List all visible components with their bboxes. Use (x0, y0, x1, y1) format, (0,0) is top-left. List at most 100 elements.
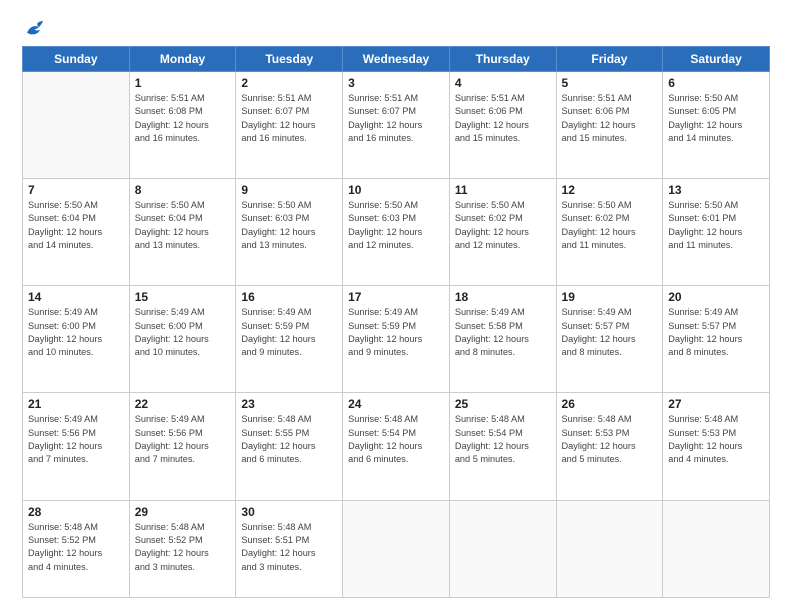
day-header-friday: Friday (556, 47, 663, 72)
cell-info-text: Sunrise: 5:50 AM Sunset: 6:01 PM Dayligh… (668, 199, 764, 252)
cell-info-text: Sunrise: 5:50 AM Sunset: 6:03 PM Dayligh… (241, 199, 337, 252)
cell-day-number: 23 (241, 397, 337, 411)
cell-day-number: 9 (241, 183, 337, 197)
calendar-cell: 15 Sunrise: 5:49 AM Sunset: 6:00 PM Dayli… (129, 286, 236, 393)
cell-day-number: 26 (562, 397, 658, 411)
calendar-cell: 3 Sunrise: 5:51 AM Sunset: 6:07 PM Daylig… (343, 72, 450, 179)
cell-info-text: Sunrise: 5:50 AM Sunset: 6:05 PM Dayligh… (668, 92, 764, 145)
calendar-table: SundayMondayTuesdayWednesdayThursdayFrid… (22, 46, 770, 598)
calendar-cell: 9 Sunrise: 5:50 AM Sunset: 6:03 PM Daylig… (236, 179, 343, 286)
cell-day-number: 12 (562, 183, 658, 197)
cell-day-number: 29 (135, 505, 231, 519)
calendar-cell: 19 Sunrise: 5:49 AM Sunset: 5:57 PM Dayli… (556, 286, 663, 393)
cell-info-text: Sunrise: 5:51 AM Sunset: 6:08 PM Dayligh… (135, 92, 231, 145)
calendar-cell (449, 500, 556, 597)
calendar-cell: 21Sunrise: 5:49 AM Sunset: 5:56 PM Dayli… (23, 393, 130, 500)
calendar-cell: 13 Sunrise: 5:50 AM Sunset: 6:01 PM Dayli… (663, 179, 770, 286)
cell-day-number: 25 (455, 397, 551, 411)
calendar-cell: 1 Sunrise: 5:51 AM Sunset: 6:08 PM Daylig… (129, 72, 236, 179)
cell-day-number: 1 (135, 76, 231, 90)
day-header-tuesday: Tuesday (236, 47, 343, 72)
cell-day-number: 14 (28, 290, 124, 304)
day-header-saturday: Saturday (663, 47, 770, 72)
cell-info-text: Sunrise: 5:50 AM Sunset: 6:04 PM Dayligh… (28, 199, 124, 252)
calendar-cell: 30 Sunrise: 5:48 AM Sunset: 5:51 PM Dayli… (236, 500, 343, 597)
calendar-header-row: SundayMondayTuesdayWednesdayThursdayFrid… (23, 47, 770, 72)
calendar-cell: 29 Sunrise: 5:48 AM Sunset: 5:52 PM Dayli… (129, 500, 236, 597)
calendar-cell: 10 Sunrise: 5:50 AM Sunset: 6:03 PM Dayli… (343, 179, 450, 286)
cell-day-number: 27 (668, 397, 764, 411)
calendar-cell (343, 500, 450, 597)
calendar-cell: 12 Sunrise: 5:50 AM Sunset: 6:02 PM Dayli… (556, 179, 663, 286)
logo (22, 18, 46, 36)
cell-day-number: 18 (455, 290, 551, 304)
cell-info-text: Sunrise: 5:50 AM Sunset: 6:04 PM Dayligh… (135, 199, 231, 252)
calendar-cell: 6 Sunrise: 5:50 AM Sunset: 6:05 PM Daylig… (663, 72, 770, 179)
cell-day-number: 5 (562, 76, 658, 90)
cell-info-text: Sunrise: 5:49 AM Sunset: 5:59 PM Dayligh… (348, 306, 444, 359)
cell-day-number: 8 (135, 183, 231, 197)
cell-info-text: Sunrise: 5:48 AM Sunset: 5:55 PM Dayligh… (241, 413, 337, 466)
cell-day-number: 4 (455, 76, 551, 90)
calendar-cell (663, 500, 770, 597)
logo-bird-icon (24, 18, 46, 40)
cell-day-number: 6 (668, 76, 764, 90)
cell-info-text: Sunrise: 5:50 AM Sunset: 6:02 PM Dayligh… (562, 199, 658, 252)
calendar-body: 1 Sunrise: 5:51 AM Sunset: 6:08 PM Daylig… (23, 72, 770, 598)
calendar-cell: 5 Sunrise: 5:51 AM Sunset: 6:06 PM Daylig… (556, 72, 663, 179)
cell-info-text: Sunrise: 5:50 AM Sunset: 6:03 PM Dayligh… (348, 199, 444, 252)
cell-info-text: Sunrise: 5:49 AM Sunset: 6:00 PM Dayligh… (28, 306, 124, 359)
calendar-cell: 14 Sunrise: 5:49 AM Sunset: 6:00 PM Dayli… (23, 286, 130, 393)
cell-info-text: Sunrise: 5:48 AM Sunset: 5:51 PM Dayligh… (241, 521, 337, 574)
calendar-cell: 24 Sunrise: 5:48 AM Sunset: 5:54 PM Dayli… (343, 393, 450, 500)
calendar-cell: 23 Sunrise: 5:48 AM Sunset: 5:55 PM Dayli… (236, 393, 343, 500)
cell-info-text: Sunrise: 5:48 AM Sunset: 5:53 PM Dayligh… (562, 413, 658, 466)
cell-info-text: Sunrise: 5:49 AM Sunset: 5:59 PM Dayligh… (241, 306, 337, 359)
cell-day-number: 3 (348, 76, 444, 90)
cell-info-text: Sunrise: 5:49 AM Sunset: 5:57 PM Dayligh… (562, 306, 658, 359)
calendar-cell: 28 Sunrise: 5:48 AM Sunset: 5:52 PM Dayli… (23, 500, 130, 597)
cell-info-text: Sunrise: 5:51 AM Sunset: 6:07 PM Dayligh… (241, 92, 337, 145)
cell-info-text: Sunrise: 5:48 AM Sunset: 5:54 PM Dayligh… (455, 413, 551, 466)
calendar-cell: 11 Sunrise: 5:50 AM Sunset: 6:02 PM Dayli… (449, 179, 556, 286)
cell-day-number: 2 (241, 76, 337, 90)
calendar-cell: 20 Sunrise: 5:49 AM Sunset: 5:57 PM Dayli… (663, 286, 770, 393)
cell-info-text: Sunrise: 5:48 AM Sunset: 5:54 PM Dayligh… (348, 413, 444, 466)
cell-info-text: Sunrise: 5:48 AM Sunset: 5:53 PM Dayligh… (668, 413, 764, 466)
cell-info-text: Sunrise: 5:48 AM Sunset: 5:52 PM Dayligh… (135, 521, 231, 574)
calendar-cell (556, 500, 663, 597)
calendar-cell: 17Sunrise: 5:49 AM Sunset: 5:59 PM Dayli… (343, 286, 450, 393)
cell-day-number: 21 (28, 397, 124, 411)
cell-info-text: Sunrise: 5:50 AM Sunset: 6:02 PM Dayligh… (455, 199, 551, 252)
cell-day-number: 19 (562, 290, 658, 304)
cell-info-text: Sunrise: 5:49 AM Sunset: 5:58 PM Dayligh… (455, 306, 551, 359)
calendar-cell: 2 Sunrise: 5:51 AM Sunset: 6:07 PM Daylig… (236, 72, 343, 179)
cell-day-number: 20 (668, 290, 764, 304)
calendar-cell: 26 Sunrise: 5:48 AM Sunset: 5:53 PM Dayli… (556, 393, 663, 500)
cell-day-number: 11 (455, 183, 551, 197)
calendar-cell: 18 Sunrise: 5:49 AM Sunset: 5:58 PM Dayli… (449, 286, 556, 393)
cell-day-number: 28 (28, 505, 124, 519)
cell-day-number: 10 (348, 183, 444, 197)
cell-day-number: 30 (241, 505, 337, 519)
calendar-cell: 25 Sunrise: 5:48 AM Sunset: 5:54 PM Dayli… (449, 393, 556, 500)
day-header-sunday: Sunday (23, 47, 130, 72)
cell-day-number: 24 (348, 397, 444, 411)
cell-info-text: Sunrise: 5:51 AM Sunset: 6:06 PM Dayligh… (562, 92, 658, 145)
cell-day-number: 15 (135, 290, 231, 304)
calendar-cell: 7Sunrise: 5:50 AM Sunset: 6:04 PM Daylig… (23, 179, 130, 286)
calendar-cell: 22Sunrise: 5:49 AM Sunset: 5:56 PM Dayli… (129, 393, 236, 500)
cell-day-number: 13 (668, 183, 764, 197)
cell-day-number: 22 (135, 397, 231, 411)
cell-info-text: Sunrise: 5:49 AM Sunset: 5:57 PM Dayligh… (668, 306, 764, 359)
day-header-monday: Monday (129, 47, 236, 72)
cell-info-text: Sunrise: 5:49 AM Sunset: 6:00 PM Dayligh… (135, 306, 231, 359)
cell-info-text: Sunrise: 5:48 AM Sunset: 5:52 PM Dayligh… (28, 521, 124, 574)
cell-info-text: Sunrise: 5:51 AM Sunset: 6:06 PM Dayligh… (455, 92, 551, 145)
day-header-thursday: Thursday (449, 47, 556, 72)
cell-day-number: 16 (241, 290, 337, 304)
cell-info-text: Sunrise: 5:51 AM Sunset: 6:07 PM Dayligh… (348, 92, 444, 145)
calendar-cell (23, 72, 130, 179)
calendar-cell: 27 Sunrise: 5:48 AM Sunset: 5:53 PM Dayli… (663, 393, 770, 500)
calendar-cell: 8 Sunrise: 5:50 AM Sunset: 6:04 PM Daylig… (129, 179, 236, 286)
